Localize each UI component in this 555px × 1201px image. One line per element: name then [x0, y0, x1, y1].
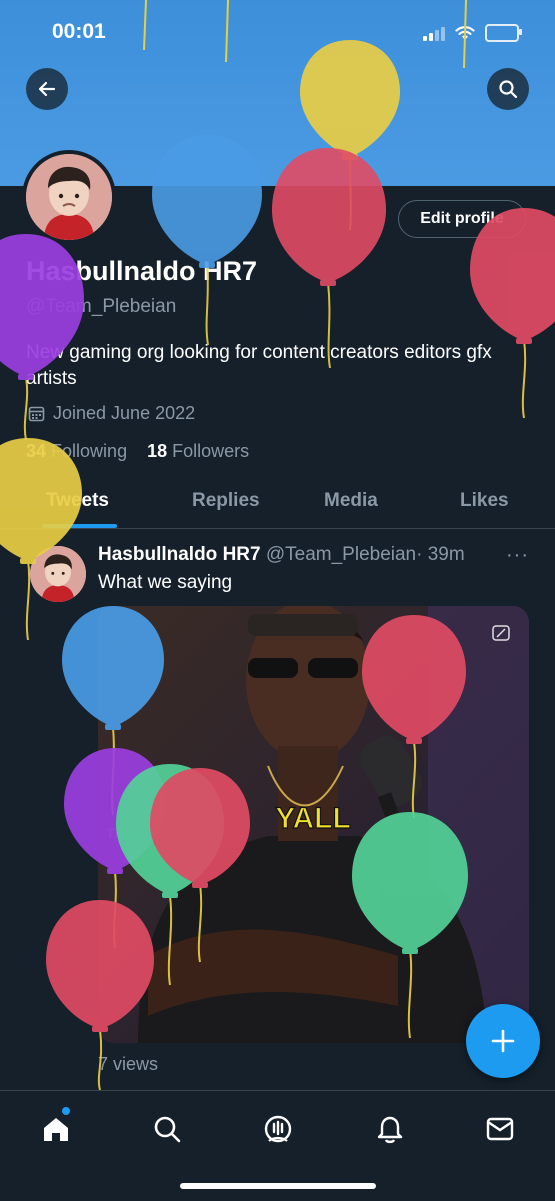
- calendar-icon: [28, 406, 45, 422]
- followers-label: Followers: [172, 441, 250, 461]
- profile-bio: New gaming org looking for content creat…: [26, 342, 492, 389]
- media-watermark: TikTok: [106, 825, 150, 841]
- tab-replies[interactable]: Replies: [192, 490, 260, 512]
- tweet-text: What we saying: [98, 572, 233, 593]
- more-options-icon[interactable]: ···: [506, 544, 529, 567]
- edit-profile-button[interactable]: Edit profile: [398, 200, 526, 238]
- following-label: Following: [51, 441, 128, 461]
- profile-handle: @Team_Plebeian: [26, 296, 177, 317]
- tweet-time: · 39m: [416, 544, 465, 565]
- nav-messages[interactable]: [480, 1109, 520, 1149]
- nav-notifications[interactable]: [370, 1109, 410, 1149]
- following-link[interactable]: 34 Following: [26, 441, 127, 461]
- nav-search[interactable]: [147, 1109, 187, 1149]
- status-icons: [423, 24, 522, 42]
- notifications-icon: [377, 1116, 403, 1144]
- signal-icon: [423, 25, 445, 41]
- followers-link[interactable]: 18 Followers: [147, 441, 249, 461]
- nav-spaces[interactable]: [258, 1109, 298, 1149]
- home-indicator: [180, 1183, 376, 1189]
- nav-home[interactable]: [36, 1107, 76, 1149]
- tab-tweets[interactable]: Tweets: [46, 490, 109, 512]
- tweet-handle[interactable]: @Team_Plebeian: [266, 544, 416, 565]
- plus-icon: [491, 1029, 515, 1053]
- profile-name: Hasbullnaldo HR7: [26, 256, 258, 286]
- search-button[interactable]: [487, 68, 529, 110]
- home-icon: [44, 1118, 68, 1141]
- following-count: 34: [26, 441, 47, 461]
- compose-tweet-button[interactable]: [466, 1004, 540, 1078]
- avatar-image: [26, 154, 112, 240]
- followers-count: 18: [147, 441, 168, 461]
- tweet-views: 7 views: [98, 1054, 159, 1074]
- status-time: 00:01: [52, 20, 106, 43]
- balloon-yellow: [0, 438, 82, 641]
- tweet-media[interactable]: YALL TikTok: [98, 606, 529, 1043]
- tweet-author[interactable]: Hasbullnaldo HR7: [98, 544, 261, 565]
- wifi-icon: [455, 26, 475, 40]
- tab-likes[interactable]: Likes: [460, 490, 509, 512]
- tab-media[interactable]: Media: [324, 490, 378, 512]
- search-icon: [154, 1116, 181, 1143]
- profile-tabs: Tweets Replies Media Likes: [0, 478, 555, 529]
- status-bar: 00:01: [0, 18, 555, 48]
- joined-text: Joined June 2022: [53, 403, 196, 423]
- joined-date: Joined June 2022: [28, 403, 195, 424]
- messages-icon: [486, 1117, 514, 1141]
- profile-avatar[interactable]: [22, 150, 116, 244]
- spaces-icon: [264, 1115, 292, 1143]
- battery-icon: [485, 24, 522, 42]
- tweet-avatar[interactable]: [30, 546, 86, 602]
- follow-stats: 34 Following 18 Followers: [26, 441, 249, 462]
- search-icon: [499, 80, 518, 99]
- unread-dot: [62, 1107, 70, 1115]
- media-caption: YALL: [275, 802, 351, 835]
- active-tab-indicator: [42, 524, 117, 528]
- tweet-header: Hasbullnaldo HR7 @Team_Plebeian· 39m: [98, 544, 465, 566]
- back-arrow-icon: [38, 81, 56, 97]
- back-button[interactable]: [26, 68, 68, 110]
